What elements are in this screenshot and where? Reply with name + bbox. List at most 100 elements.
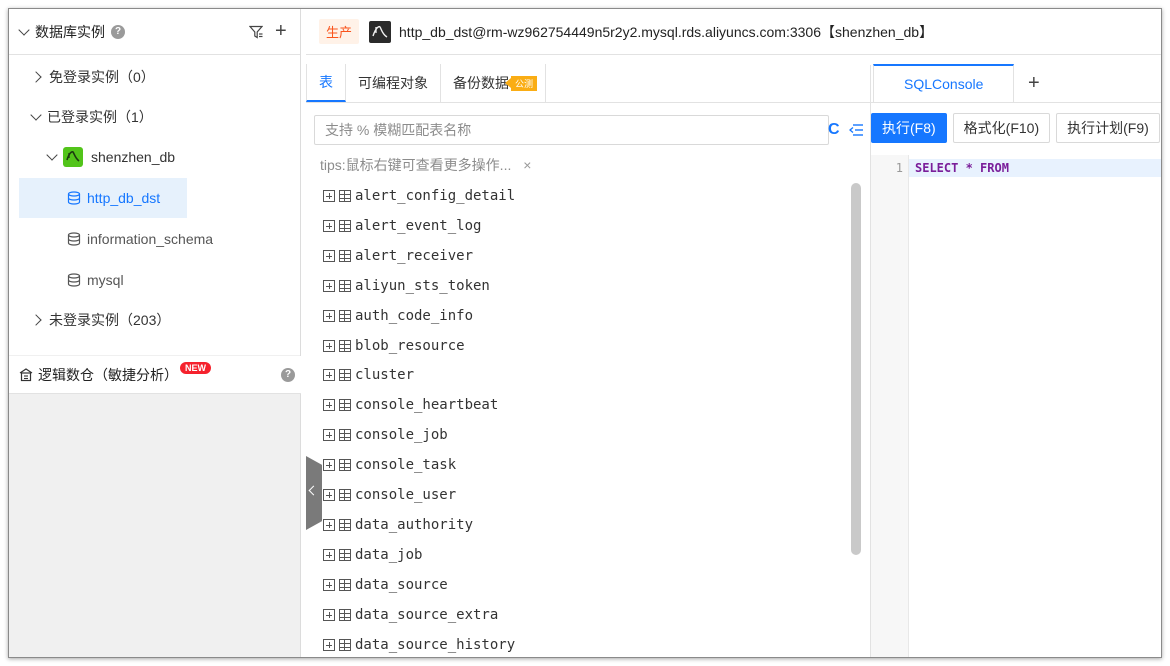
new-badge: NEW	[180, 361, 211, 374]
editor-gutter: 1	[871, 155, 909, 657]
refresh-icon[interactable]: C	[828, 122, 844, 138]
tips-text: tips:鼠标右键可查看更多操作... ×	[320, 155, 531, 175]
expand-icon[interactable]	[323, 638, 335, 651]
connection-string: http_db_dst@rm-wz962754449n5r2y2.mysql.r…	[399, 23, 934, 40]
table-row[interactable]: data_source	[323, 574, 448, 596]
help-icon[interactable]: ?	[281, 368, 295, 382]
database-name: http_db_dst	[87, 190, 161, 206]
table-icon	[339, 429, 351, 442]
collapse-list-icon[interactable]	[849, 123, 863, 137]
close-icon[interactable]: ×	[523, 157, 531, 173]
tab-label: SQLConsole	[904, 76, 984, 92]
filter-icon[interactable]	[249, 25, 263, 39]
table-icon	[339, 190, 351, 202]
table-name: data_source_history	[355, 636, 516, 653]
instance-name: shenzhen_db	[91, 149, 176, 165]
tab-programmable-objects[interactable]: 可编程对象	[346, 64, 441, 102]
tree-item-not-logged-in[interactable]: 未登录实例（203）	[9, 300, 170, 340]
tree-item-db-http-db-dst[interactable]: http_db_dst	[19, 178, 187, 218]
table-icon	[339, 578, 351, 591]
table-name: data_authority	[355, 516, 474, 533]
table-row[interactable]: console_heartbeat	[323, 394, 498, 416]
expand-icon[interactable]	[323, 249, 335, 262]
tree-item-db-information-schema[interactable]: information_schema	[9, 219, 213, 259]
format-button[interactable]: 格式化(F10)	[952, 113, 1051, 143]
collapse-sidebar-handle[interactable]	[306, 456, 322, 530]
table-row[interactable]: data_source_extra	[323, 604, 498, 626]
tips-label: tips:鼠标右键可查看更多操作...	[320, 157, 512, 173]
expand-icon[interactable]	[323, 309, 335, 322]
table-row[interactable]: console_job	[323, 424, 448, 446]
tab-tables[interactable]: 表	[306, 64, 346, 102]
add-instance-icon[interactable]: +	[275, 21, 291, 41]
table-search-input[interactable]	[315, 116, 828, 144]
add-tab-icon[interactable]: +	[1028, 72, 1040, 95]
chevron-down-icon	[29, 110, 43, 124]
table-row[interactable]: alert_receiver	[323, 245, 473, 267]
expand-icon[interactable]	[323, 608, 335, 621]
expand-icon[interactable]	[323, 459, 335, 472]
table-icon	[339, 608, 351, 621]
expand-icon[interactable]	[323, 190, 335, 202]
chevron-right-icon	[31, 313, 45, 327]
tree-item-db-mysql[interactable]: mysql	[9, 260, 124, 300]
table-name: console_task	[355, 457, 457, 474]
sidebar-header: 数据库实例 ? +	[9, 9, 300, 55]
table-row[interactable]: alert_event_log	[323, 215, 481, 237]
table-row[interactable]: blob_resource	[323, 335, 465, 357]
tree-item-instance[interactable]: shenzhen_db	[9, 137, 175, 177]
logic-warehouse-label: 逻辑数仓（敏捷分析）	[38, 366, 178, 383]
table-icon	[339, 548, 351, 561]
expand-icon[interactable]	[323, 489, 335, 501]
table-row[interactable]: aliyun_sts_token	[323, 275, 490, 297]
expand-icon[interactable]	[323, 339, 335, 352]
table-row[interactable]: alert_config_detail	[323, 185, 515, 207]
table-icon	[339, 518, 351, 531]
table-icon	[339, 459, 351, 472]
table-row[interactable]: cluster	[323, 364, 414, 386]
sql-editor[interactable]: 1 SELECT * FROM	[871, 155, 1161, 657]
console-tabs: SQLConsole +	[871, 64, 1161, 103]
tab-label: 备份数据	[453, 75, 509, 91]
table-row[interactable]: console_task	[323, 454, 456, 476]
table-row[interactable]: data_job	[323, 544, 422, 566]
table-row[interactable]: auth_code_info	[323, 305, 473, 327]
explain-plan-button[interactable]: 执行计划(F9)	[1056, 113, 1160, 143]
help-icon[interactable]: ?	[111, 24, 125, 39]
chevron-down-icon[interactable]	[17, 25, 31, 39]
sql-console: SQLConsole + 执行(F8) 格式化(F10) 执行计划(F9) 1 …	[870, 64, 1161, 657]
table-name: console_heartbeat	[355, 397, 499, 414]
tree-item-label: 未登录实例（203）	[49, 312, 171, 328]
table-row[interactable]: console_user	[323, 484, 456, 506]
table-row[interactable]: data_authority	[323, 514, 473, 536]
tab-sqlconsole[interactable]: SQLConsole	[873, 64, 1015, 102]
table-name: data_source_extra	[355, 606, 499, 623]
tree-item-login-free[interactable]: 免登录实例（0）	[9, 57, 155, 97]
chevron-right-icon	[31, 70, 45, 84]
scrollbar-thumb[interactable]	[851, 183, 861, 555]
expand-icon[interactable]	[323, 219, 335, 232]
expand-icon[interactable]	[323, 369, 335, 382]
connection-bar: 生产 http_db_dst@rm-wz962754449n5r2y2.mysq…	[306, 9, 1161, 55]
tree-item-logged-in[interactable]: 已登录实例（1）	[9, 97, 153, 137]
object-tabs: 表 可编程对象 备份数据 公测	[306, 64, 870, 103]
database-name: information_schema	[87, 231, 214, 247]
execute-button[interactable]: 执行(F8)	[871, 113, 947, 143]
mysql-logo-icon	[63, 147, 83, 167]
table-name: alert_config_detail	[355, 188, 516, 204]
expand-icon[interactable]	[323, 518, 335, 531]
expand-icon[interactable]	[323, 429, 335, 442]
logic-warehouse-section[interactable]: 逻辑数仓（敏捷分析） NEW ?	[9, 356, 301, 394]
table-row[interactable]: data_source_history	[323, 634, 515, 656]
tab-backup-data[interactable]: 备份数据 公测	[441, 64, 547, 102]
tab-label: 表	[319, 74, 333, 90]
tree-item-label: 免登录实例（0）	[49, 69, 155, 85]
table-search-box	[314, 115, 829, 145]
expand-icon[interactable]	[323, 399, 335, 412]
expand-icon[interactable]	[323, 548, 335, 561]
expand-icon[interactable]	[323, 279, 335, 292]
sidebar: 数据库实例 ? + 免登录实例（0） 已登录实例（1） shenzhen_db …	[9, 9, 301, 657]
sidebar-title: 数据库实例	[35, 23, 105, 40]
tree-item-label: 已登录实例（1）	[47, 109, 153, 125]
expand-icon[interactable]	[323, 578, 335, 591]
